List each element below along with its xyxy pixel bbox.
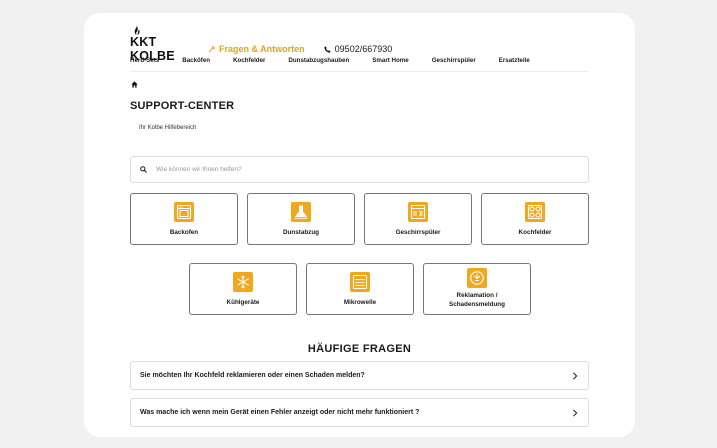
category-tile-reklamation[interactable]: Reklamation / Schadensmeldung [423,263,531,315]
chevron-right-icon [573,408,578,417]
faq-item[interactable]: Sie möchten Ihr Kochfeld reklamieren ode… [130,361,589,390]
category-tile-mikrowelle[interactable]: Mikrowelle [306,263,414,315]
category-label: Reklamation / [456,292,498,299]
category-tile-kochfelder[interactable]: Kochfelder [481,193,589,245]
category-label: Kühlgeräte [226,299,260,306]
category-label: Geschirrspüler [395,229,441,236]
snowflake-icon [237,275,249,289]
category-label: Backofen [169,229,199,236]
category-label: Kochfelder [518,229,552,236]
search-icon [140,166,147,173]
category-tile-dunstabzug[interactable]: Dunstabzug [247,193,355,245]
wrench-icon [208,45,216,53]
page-frame: KKT KOLBE Fragen & Antworten 09502/66793… [84,13,635,437]
faq-section-title: HÄUFIGE FRAGEN [307,343,412,355]
category-tile-geschirrspueler[interactable]: Geschirrspüler [364,193,472,245]
nav-item-dunstabzugshauben[interactable]: Dunstabzugshauben [288,57,349,64]
faq-link[interactable]: Fragen & Antworten [208,44,305,54]
search-input[interactable] [156,166,556,173]
oven-icon [176,204,192,220]
phone-number[interactable]: 09502/667930 [324,44,393,54]
main-nav: Herd-Sets Backöfen Kochfelder Dunstabzug… [130,57,588,64]
complaint-icon [470,271,484,285]
faq-question: Was mache ich wenn mein Gerät einen Fehl… [140,409,420,416]
microwave-icon [352,274,368,290]
cooktop-icon [527,204,543,220]
faq-item[interactable]: Was mache ich wenn mein Gerät einen Fehl… [130,398,589,427]
home-icon[interactable] [131,81,138,88]
category-label-line2: Schadensmeldung [449,300,505,308]
page-subtitle: Ihr Kolbe Hilfebereich [139,125,197,131]
dishwasher-icon [410,204,426,220]
category-label: Dunstabzug [282,229,320,236]
category-tile-kuehlgeraete[interactable]: Kühlgeräte [189,263,297,315]
nav-item-herd-sets[interactable]: Herd-Sets [130,57,159,64]
phone-label: 09502/667930 [334,44,393,54]
hood-icon [294,205,308,219]
faq-question: Sie möchten Ihr Kochfeld reklamieren ode… [140,372,365,379]
chevron-right-icon [573,371,578,380]
nav-item-ersatzteile[interactable]: Ersatzteile [499,57,530,64]
nav-item-kochfelder[interactable]: Kochfelder [233,57,265,64]
search-box [130,156,589,183]
nav-item-smart-home[interactable]: Smart Home [372,57,408,64]
phone-icon [324,45,331,53]
nav-item-geschirrspueler[interactable]: Geschirrspüler [432,57,476,64]
nav-divider [130,71,588,72]
faq-link-label: Fragen & Antworten [219,44,305,54]
category-label: Mikrowelle [343,299,377,306]
nav-item-backoefen[interactable]: Backöfen [182,57,210,64]
page-title: SUPPORT-CENTER [130,100,235,112]
category-tile-backofen[interactable]: Backofen [130,193,238,245]
